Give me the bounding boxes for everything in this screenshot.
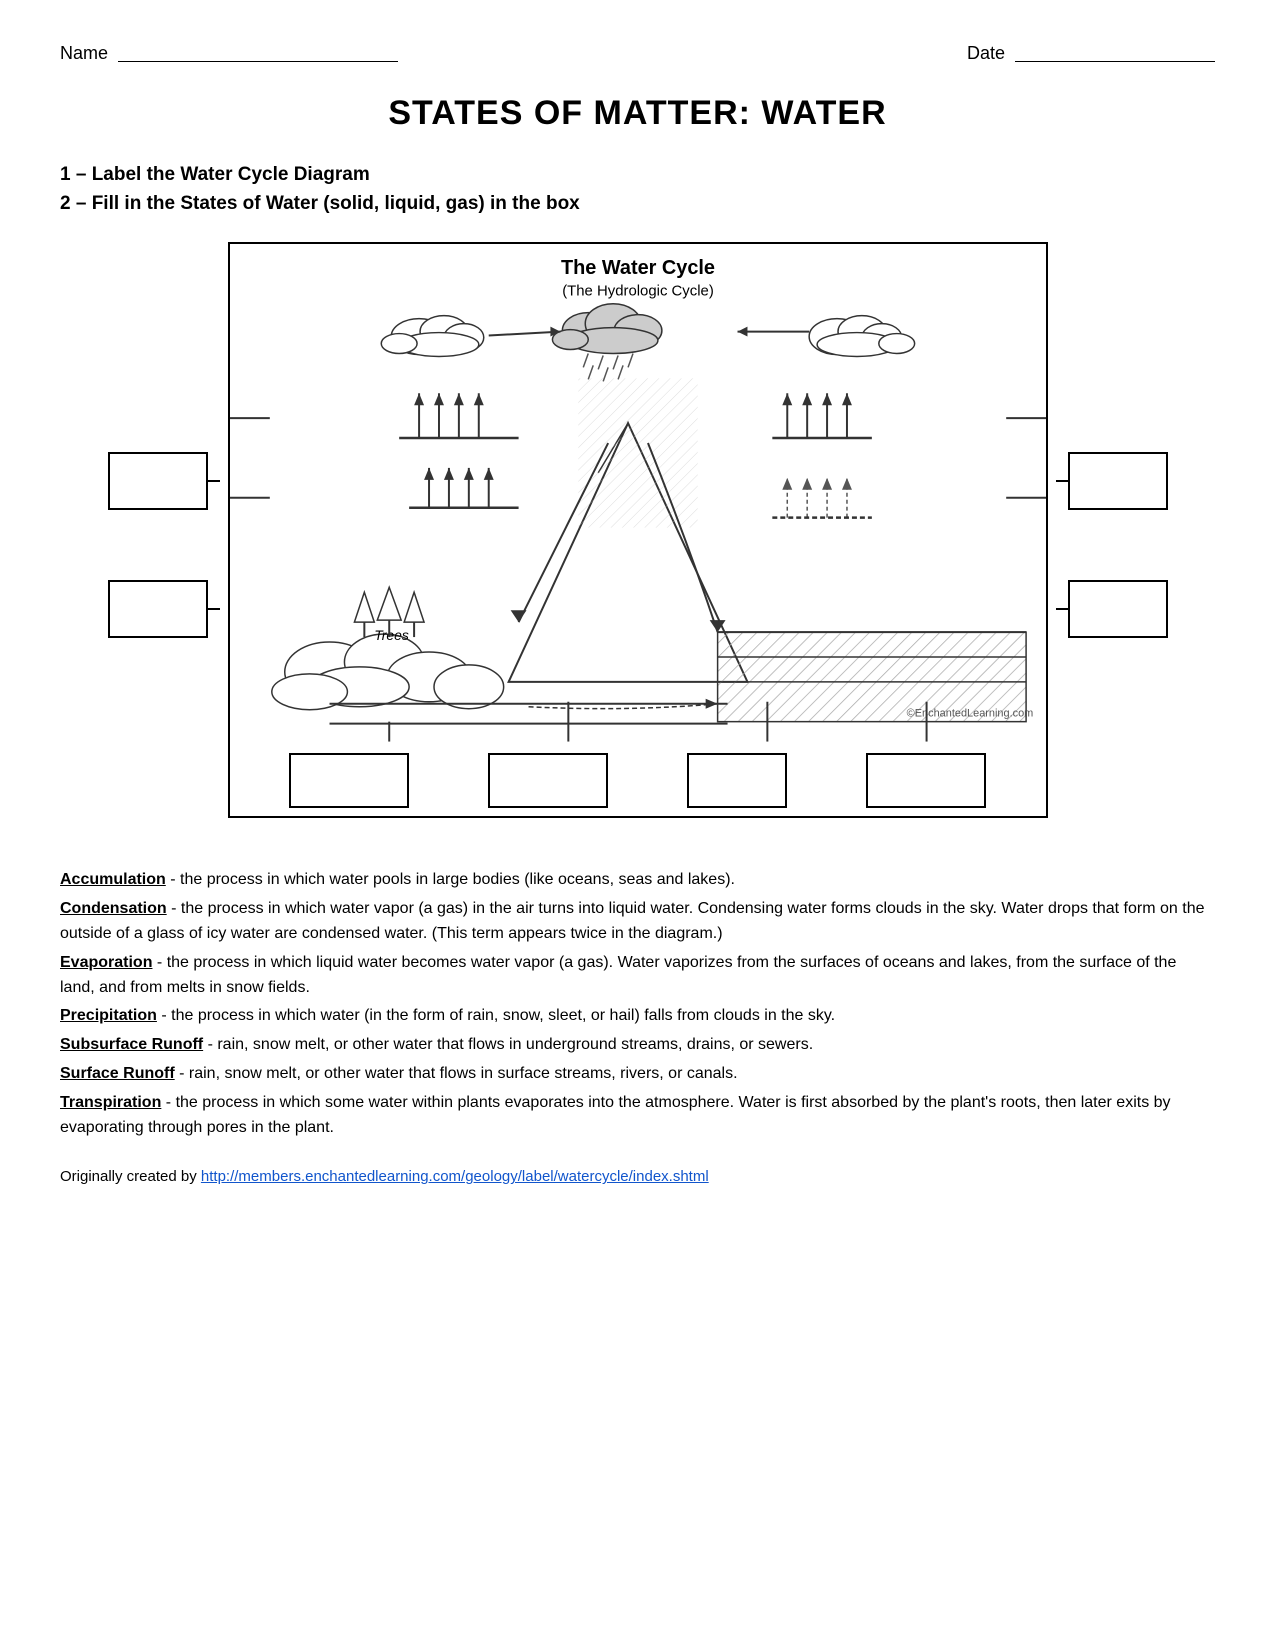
- def-subsurface-runoff: Subsurface Runoff - rain, snow melt, or …: [60, 1033, 1215, 1058]
- trees: [354, 587, 424, 637]
- bottom-label-box-4[interactable]: [866, 753, 986, 808]
- connector-left-top: [208, 480, 220, 482]
- term-precipitation: Precipitation: [60, 1007, 157, 1024]
- def-evaporation-text: - the process in which liquid water beco…: [60, 954, 1176, 996]
- def-condensation: Condensation - the process in which wate…: [60, 897, 1215, 947]
- date-label: Date: [967, 43, 1005, 64]
- svg-text:The Water Cycle: The Water Cycle: [560, 257, 714, 279]
- connector-left-bottom: [208, 608, 220, 610]
- header: Name Date: [60, 40, 1215, 64]
- instruction-1: 1 – Label the Water Cycle Diagram: [60, 161, 1215, 190]
- def-transpiration: Transpiration - the process in which som…: [60, 1091, 1215, 1141]
- name-field: Name: [60, 40, 398, 64]
- def-accumulation-text: - the process in which water pools in la…: [166, 871, 735, 888]
- water-cycle-svg: The Water Cycle (The Hydrologic Cycle): [230, 244, 1046, 761]
- right-label-box-bottom[interactable]: [1068, 580, 1168, 638]
- def-surface-runoff-text: - rain, snow melt, or other water that f…: [175, 1065, 738, 1082]
- side-boxes-left: [108, 422, 220, 638]
- diagram-outer: The Water Cycle (The Hydrologic Cycle): [108, 242, 1168, 818]
- def-surface-runoff: Surface Runoff - rain, snow melt, or oth…: [60, 1062, 1215, 1087]
- def-evaporation: Evaporation - the process in which liqui…: [60, 951, 1215, 1001]
- page-title: STATES OF MATTER: WATER: [60, 94, 1215, 133]
- name-underline: [118, 40, 398, 62]
- term-accumulation: Accumulation: [60, 871, 166, 888]
- name-label: Name: [60, 43, 108, 64]
- instruction-2: 2 – Fill in the States of Water (solid, …: [60, 190, 1215, 219]
- term-transpiration: Transpiration: [60, 1094, 161, 1111]
- footer: Originally created by http://members.enc…: [60, 1168, 1215, 1185]
- definitions-section: Accumulation - the process in which wate…: [60, 868, 1215, 1140]
- def-transpiration-text: - the process in which some water within…: [60, 1094, 1171, 1136]
- date-underline: [1015, 40, 1215, 62]
- connector-right-bottom: [1056, 608, 1068, 610]
- footer-link[interactable]: http://members.enchantedlearning.com/geo…: [201, 1168, 709, 1185]
- diagram-wrapper: The Water Cycle (The Hydrologic Cycle): [60, 242, 1215, 818]
- def-accumulation: Accumulation - the process in which wate…: [60, 868, 1215, 893]
- left-label-box-bottom[interactable]: [108, 580, 208, 638]
- bottom-label-box-3[interactable]: [687, 753, 787, 808]
- svg-text:Trees: Trees: [374, 627, 409, 643]
- bottom-label-box-2[interactable]: [488, 753, 608, 808]
- left-label-box-top[interactable]: [108, 452, 208, 510]
- def-subsurface-runoff-text: - rain, snow melt, or other water that f…: [203, 1036, 813, 1053]
- right-label-box-top[interactable]: [1068, 452, 1168, 510]
- svg-text:(The Hydrologic Cycle): (The Hydrologic Cycle): [562, 283, 714, 300]
- footer-text: Originally created by: [60, 1168, 201, 1185]
- term-subsurface-runoff: Subsurface Runoff: [60, 1036, 203, 1053]
- def-precipitation: Precipitation - the process in which wat…: [60, 1004, 1215, 1029]
- bottom-label-box-1[interactable]: [289, 753, 409, 808]
- term-evaporation: Evaporation: [60, 954, 152, 971]
- connector-right-top: [1056, 480, 1068, 482]
- term-condensation: Condensation: [60, 900, 167, 917]
- side-boxes-right: [1056, 422, 1168, 638]
- date-field: Date: [967, 40, 1215, 64]
- def-precipitation-text: - the process in which water (in the for…: [157, 1007, 835, 1024]
- term-surface-runoff: Surface Runoff: [60, 1065, 175, 1082]
- instructions-block: 1 – Label the Water Cycle Diagram 2 – Fi…: [60, 161, 1215, 218]
- diagram-main: The Water Cycle (The Hydrologic Cycle): [228, 242, 1048, 818]
- def-condensation-text: - the process in which water vapor (a ga…: [60, 900, 1204, 942]
